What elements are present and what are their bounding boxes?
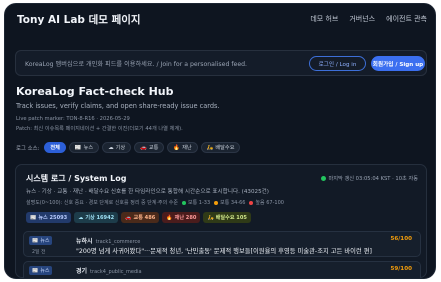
filter-chip-delivery[interactable]: 🛵 배달수요: [200, 142, 241, 153]
filter-chip-all[interactable]: 전체: [44, 142, 66, 153]
chip-label: 재난: [182, 145, 192, 151]
amber-dot-icon: [214, 200, 219, 205]
item-outlet: 뉴하시 track1_commerce: [76, 238, 141, 245]
chip-label: 교통: [148, 145, 159, 151]
list-item[interactable]: 📰 뉴스 2일 전 뉴하시 track1_commerce "200명 넘게 사귀…: [23, 231, 421, 257]
newspaper-icon: 📰: [74, 144, 82, 151]
count-badge-delivery[interactable]: 🛵 배달수요 105: [203, 212, 251, 223]
system-log-description: 뉴스 · 기상 · 교통 · 재난 · 배달수요 신호를 한 타임라인으로 통합…: [26, 189, 269, 195]
scooter-icon: 🛵: [207, 214, 214, 221]
fire-icon: 🔥: [173, 144, 181, 151]
item-score: 59/100: [390, 266, 412, 272]
item-track: track4_public_media: [90, 269, 142, 275]
signup-button[interactable]: 회원가입 / Sign up: [371, 56, 425, 71]
red-dot-icon: [249, 200, 254, 205]
legend-low: 보통 1-33: [181, 199, 210, 206]
severity-legend: 설명도(0~100): 신호 중요 · 경보 단계로 신호를 정리 중 단계·주…: [26, 199, 284, 206]
chip-label: 뉴스: [83, 145, 94, 151]
car-icon: 🚗: [125, 214, 132, 221]
green-dot-icon: [181, 200, 186, 205]
cloud-icon: ☁: [108, 144, 114, 151]
filter-chip-weather[interactable]: ☁ 기상: [102, 142, 132, 153]
page-subtitle: Track issues, verify claims, and open sh…: [16, 102, 220, 110]
filter-label: 로그 소스:: [16, 145, 40, 152]
item-time: 2일 전: [32, 250, 46, 255]
filter-chip-traffic[interactable]: 🚗 교통: [134, 142, 165, 153]
nav-governance[interactable]: 거버넌스: [349, 14, 375, 24]
chip-label: 배달수요: [215, 145, 235, 151]
membership-banner: KoreaLog 멤버십으로 개인화 피드를 이용하세요. / Join for…: [15, 50, 427, 76]
nav-demo-hub[interactable]: 데모 허브: [310, 14, 338, 24]
source-badge: 📰 뉴스: [29, 266, 53, 275]
item-headline[interactable]: "200명 넘게 사귀어봤다"···문제적 청년, '난민출동' 문제적 행보들…: [76, 246, 372, 255]
system-log-card: 시스템 로그 / System Log 마지막 갱신 03:05:04 KST …: [15, 164, 427, 278]
patch-marker: Live patch marker: TON-8-R16 · 2026-05-2…: [16, 116, 130, 122]
legend-prefix: 설명도(0~100): 신호 중요 · 경보 단계로 신호를 정리 중 단계·주…: [26, 200, 178, 206]
chip-label: 전체: [50, 145, 60, 151]
app-window: Tony AI Lab 데모 페이지 데모 허브 거버넌스 에이전트 관측 Ko…: [4, 3, 436, 279]
top-bar: Tony AI Lab 데모 페이지 데모 허브 거버넌스 에이전트 관측: [5, 4, 435, 34]
source-counts: 📰 뉴스 25093 ☁ 기상 16942 🚗 교통 486 🔥 재난 280 …: [26, 212, 251, 223]
count-badge-traffic[interactable]: 🚗 교통 486: [121, 212, 160, 223]
count-badge-weather[interactable]: ☁ 기상 16942: [74, 212, 119, 223]
list-item[interactable]: 📰 뉴스 경기 track4_public_media 59/100: [23, 261, 421, 278]
newspaper-icon: 📰: [32, 237, 39, 244]
cloud-icon: ☁: [78, 214, 84, 221]
filter-chip-disaster[interactable]: 🔥 재난: [167, 142, 198, 153]
live-status: 마지막 갱신 03:05:04 KST · 10초 자동: [320, 175, 419, 182]
item-outlet: 경기 track4_public_media: [76, 268, 142, 275]
scooter-icon: 🛵: [206, 144, 214, 151]
system-log-title: 시스템 로그 / System Log: [26, 174, 127, 183]
source-filter-row: 로그 소스: 전체 📰 뉴스 ☁ 기상 🚗 교통 🔥 재난 🛵 배달수요: [16, 142, 241, 153]
newspaper-icon: 📰: [30, 214, 37, 221]
legend-mid: 보통 34-66: [214, 199, 245, 206]
fire-icon: 🔥: [166, 214, 173, 221]
source-badge: 📰 뉴스: [29, 236, 53, 245]
count-badge-disaster[interactable]: 🔥 재난 280: [162, 212, 201, 223]
top-nav: 데모 허브 거버넌스 에이전트 관측: [310, 14, 427, 24]
live-status-dot-icon: [320, 176, 326, 181]
patch-note: Patch: 최신 이슈목록 페이지네이션 + 간결한 이진(더보기 44개 나…: [16, 126, 183, 132]
item-score: 56/100: [390, 236, 412, 242]
banner-text: KoreaLog 멤버십으로 개인화 피드를 이용하세요. / Join for…: [25, 61, 248, 68]
count-badge-news[interactable]: 📰 뉴스 25093: [26, 212, 72, 223]
filter-chip-news[interactable]: 📰 뉴스: [68, 142, 100, 153]
legend-high: 높음 67-100: [249, 199, 284, 206]
live-status-text: 마지막 갱신 03:05:04 KST · 10초 자동: [328, 176, 419, 182]
nav-agent-observability[interactable]: 에이전트 관측: [386, 14, 427, 24]
page-title: KoreaLog Fact-check Hub: [16, 85, 174, 98]
item-track: track1_commerce: [95, 239, 141, 245]
newspaper-icon: 📰: [32, 267, 39, 274]
car-icon: 🚗: [140, 144, 147, 151]
brand-title: Tony AI Lab 데모 페이지: [17, 14, 141, 26]
login-button[interactable]: 로그인 / Log in: [309, 56, 366, 71]
chip-label: 기상: [115, 145, 126, 151]
